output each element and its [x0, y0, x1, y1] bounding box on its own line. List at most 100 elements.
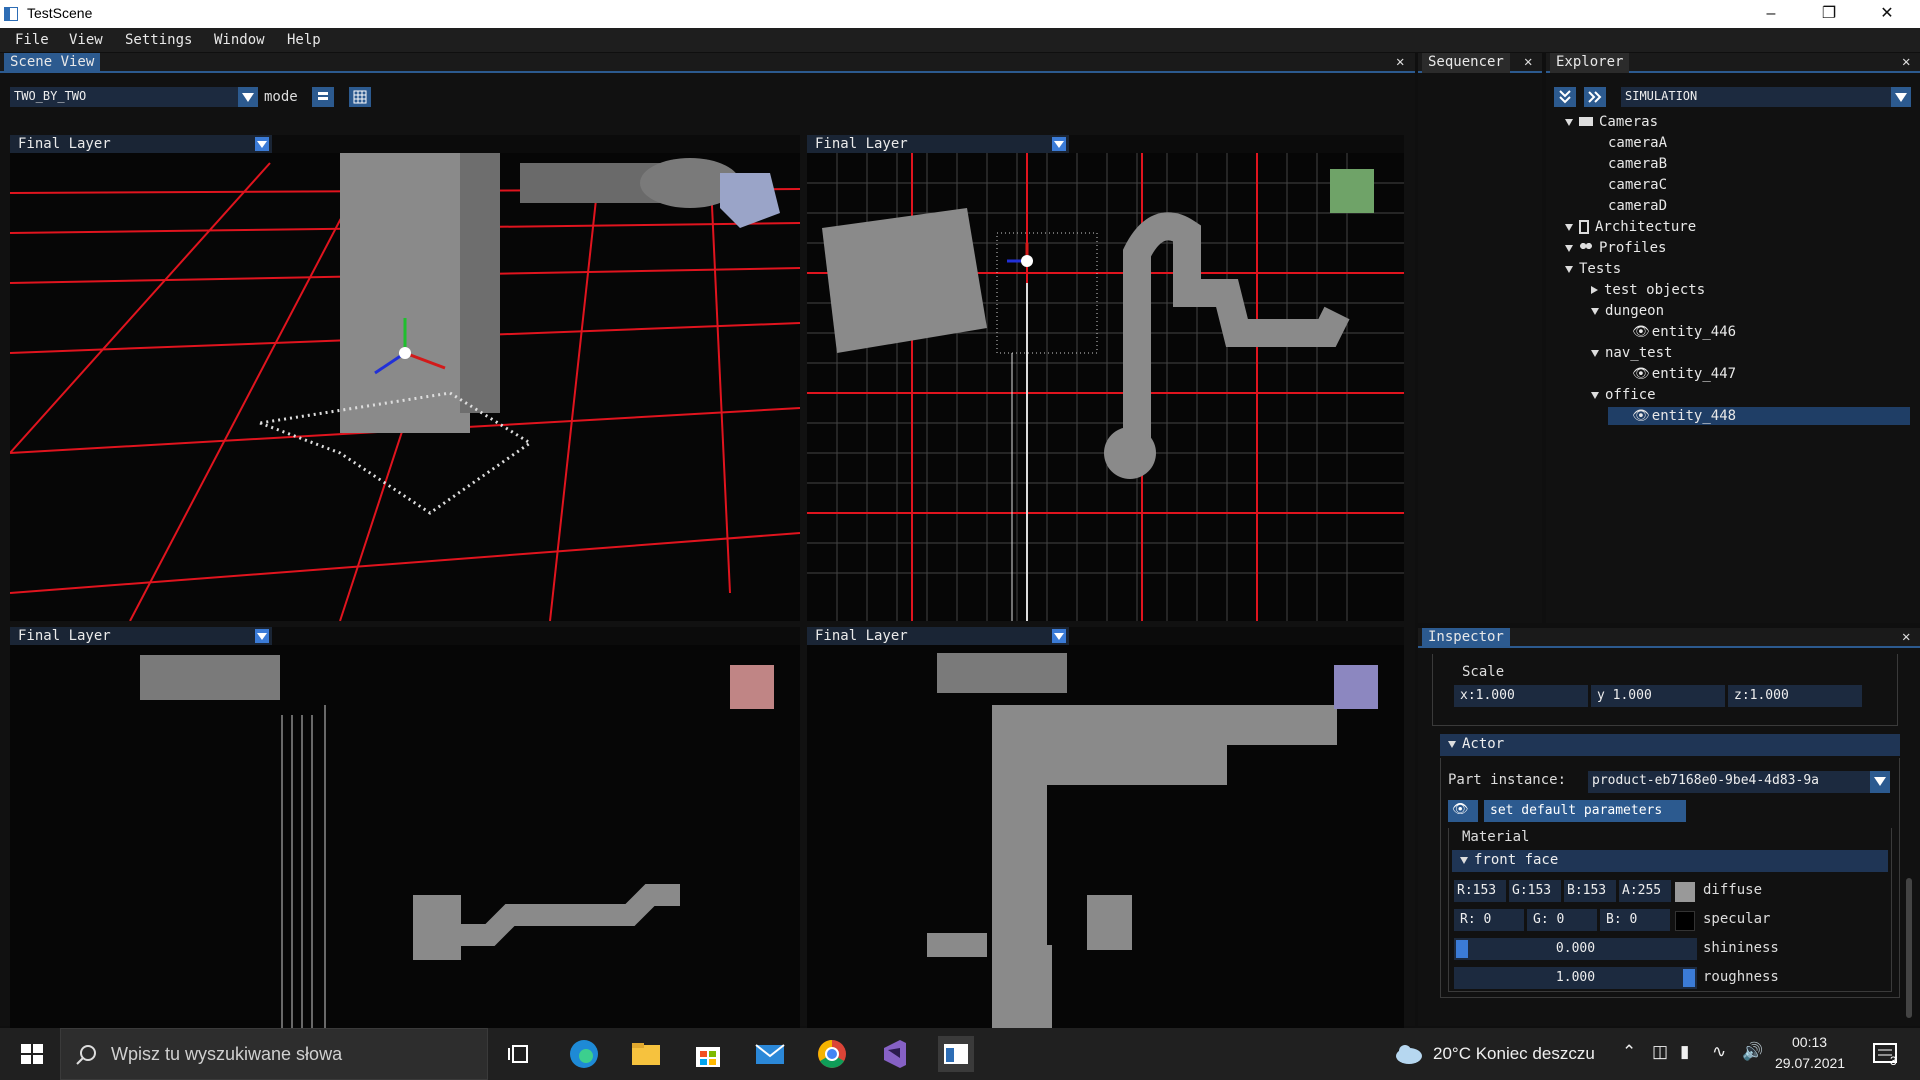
diffuse-g-input[interactable]: G:153: [1509, 880, 1561, 902]
single-view-button[interactable]: [312, 87, 334, 107]
actor-header[interactable]: Actor: [1440, 734, 1900, 756]
tree-node-tests[interactable]: Tests: [1565, 260, 1621, 278]
roughness-slider[interactable]: 1.000: [1454, 967, 1697, 989]
close-scene-view-icon[interactable]: ✕: [1396, 54, 1404, 70]
viewport-side[interactable]: Final Layer: [10, 627, 800, 1067]
expand-all-button[interactable]: [1584, 87, 1606, 107]
scale-z-input[interactable]: z:1.000: [1728, 685, 1862, 707]
mail-button[interactable]: [752, 1036, 788, 1072]
eye-icon[interactable]: 👁: [1632, 324, 1650, 340]
start-button[interactable]: [14, 1036, 50, 1072]
taskbar: Wpisz tu wyszukiwane słowa 20°C Koniec d…: [0, 1028, 1920, 1080]
single-view-icon: [318, 92, 328, 100]
close-window-button[interactable]: ✕: [1858, 0, 1916, 28]
visual-studio-button[interactable]: [876, 1036, 912, 1072]
tree-node-entity-447[interactable]: 👁 entity_447: [1632, 365, 1736, 383]
restore-button[interactable]: ❐: [1800, 0, 1858, 28]
close-inspector-icon[interactable]: ✕: [1902, 629, 1910, 645]
tree-node-architecture[interactable]: Architecture: [1565, 218, 1696, 236]
tree-node-cameraB[interactable]: cameraB: [1608, 155, 1667, 173]
tree-node-cameras[interactable]: Cameras: [1565, 113, 1658, 131]
tree-node-profiles[interactable]: Profiles: [1565, 239, 1666, 257]
viewport-top[interactable]: Final Layer: [807, 135, 1404, 621]
menu-view[interactable]: View: [69, 32, 103, 48]
volume-icon[interactable]: 🔊: [1742, 1042, 1763, 1062]
tree-node-nav-test[interactable]: nav_test: [1591, 344, 1672, 362]
tree-node-entity-446[interactable]: 👁 entity_446: [1632, 323, 1736, 341]
wifi-icon[interactable]: ∿: [1712, 1042, 1726, 1062]
roughness-slider-grab[interactable]: [1683, 969, 1695, 987]
collapse-all-button[interactable]: [1554, 87, 1576, 107]
chevron-down-icon: [1052, 629, 1066, 643]
menu-settings[interactable]: Settings: [125, 32, 192, 48]
shininess-slider[interactable]: 0.000: [1454, 938, 1697, 960]
tree-node-office[interactable]: office: [1591, 386, 1656, 404]
double-chevron-right-icon: [1588, 91, 1602, 103]
tab-explorer[interactable]: Explorer: [1550, 53, 1630, 73]
layer-label: Final Layer: [18, 136, 111, 152]
visibility-toggle-button[interactable]: 👁: [1448, 800, 1478, 822]
task-view-button[interactable]: [502, 1036, 538, 1072]
clock-date[interactable]: 29.07.2021: [1775, 1055, 1845, 1071]
tree-node-test-objects[interactable]: test objects: [1591, 281, 1705, 299]
chevron-down-icon: [1460, 852, 1474, 868]
specular-r-input[interactable]: R: 0: [1454, 909, 1524, 931]
grid-view-button[interactable]: [349, 87, 371, 107]
network-icon[interactable]: ◫: [1652, 1042, 1668, 1062]
eye-icon[interactable]: 👁: [1632, 366, 1650, 382]
part-instance-combo[interactable]: product-eb7168e0-9be4-4d83-9a: [1588, 771, 1890, 793]
material-label: Material: [1462, 829, 1530, 845]
inspector-scrollbar[interactable]: [1906, 878, 1912, 1018]
eye-icon[interactable]: 👁: [1632, 408, 1650, 424]
edge-taskbar-button[interactable]: [566, 1036, 602, 1072]
tree-node-cameraD[interactable]: cameraD: [1608, 197, 1667, 215]
window-title-bar: TestScene – ❐ ✕: [0, 0, 1920, 28]
simulation-combo[interactable]: SIMULATION: [1621, 87, 1911, 107]
front-face-header[interactable]: front face: [1452, 850, 1888, 872]
viewport-front[interactable]: Final Layer: [807, 627, 1404, 1067]
close-explorer-icon[interactable]: ✕: [1902, 54, 1910, 70]
chrome-button[interactable]: [814, 1036, 850, 1072]
battery-icon[interactable]: ▮: [1680, 1042, 1689, 1062]
menu-file[interactable]: File: [15, 32, 49, 48]
layout-combo[interactable]: TWO_BY_TWO: [10, 87, 258, 107]
shininess-slider-grab[interactable]: [1456, 940, 1468, 958]
tab-inspector[interactable]: Inspector: [1422, 628, 1510, 648]
chevron-down-icon: [1891, 87, 1911, 107]
specular-color-swatch[interactable]: [1675, 911, 1695, 931]
chevron-up-icon[interactable]: ⌃: [1622, 1042, 1636, 1062]
diffuse-b-input[interactable]: B:153: [1564, 880, 1616, 902]
taskbar-search[interactable]: Wpisz tu wyszukiwane słowa: [60, 1028, 488, 1080]
menu-help[interactable]: Help: [287, 32, 321, 48]
part-instance-label: Part instance:: [1448, 772, 1567, 788]
diffuse-r-input[interactable]: R:153: [1454, 880, 1506, 902]
diffuse-color-swatch[interactable]: [1675, 882, 1695, 902]
weather-text[interactable]: 20°C Koniec deszczu: [1433, 1044, 1595, 1064]
tab-sequencer[interactable]: Sequencer: [1422, 53, 1510, 73]
store-button[interactable]: [690, 1036, 726, 1072]
close-sequencer-icon[interactable]: ✕: [1524, 54, 1532, 70]
viewport-layer-select[interactable]: Final Layer: [807, 135, 1069, 153]
clock-time[interactable]: 00:13: [1792, 1034, 1827, 1050]
notifications-button[interactable]: 3: [1868, 1036, 1904, 1072]
specular-g-input[interactable]: G: 0: [1527, 909, 1597, 931]
viewport-layer-select[interactable]: Final Layer: [10, 135, 272, 153]
chevron-down-icon: [1870, 771, 1890, 793]
tree-node-dungeon[interactable]: dungeon: [1591, 302, 1664, 320]
specular-b-input[interactable]: B: 0: [1600, 909, 1670, 931]
file-explorer-button[interactable]: [628, 1036, 664, 1072]
diffuse-a-input[interactable]: A:255: [1619, 880, 1671, 902]
menu-window[interactable]: Window: [214, 32, 265, 48]
viewport-layer-select[interactable]: Final Layer: [807, 627, 1069, 645]
set-default-parameters-button[interactable]: set default parameters: [1484, 800, 1686, 822]
scale-y-input[interactable]: y 1.000: [1591, 685, 1725, 707]
viewport-layer-select[interactable]: Final Layer: [10, 627, 272, 645]
testscene-app-button[interactable]: [938, 1036, 974, 1072]
scale-x-input[interactable]: x:1.000: [1454, 685, 1588, 707]
tree-node-entity-448[interactable]: 👁 entity_448: [1608, 407, 1910, 425]
viewport-perspective[interactable]: Final Layer: [10, 135, 800, 621]
minimize-button[interactable]: –: [1742, 0, 1800, 28]
tree-node-cameraA[interactable]: cameraA: [1608, 134, 1667, 152]
tree-node-cameraC[interactable]: cameraC: [1608, 176, 1667, 194]
tab-scene-view[interactable]: Scene View: [4, 53, 101, 73]
